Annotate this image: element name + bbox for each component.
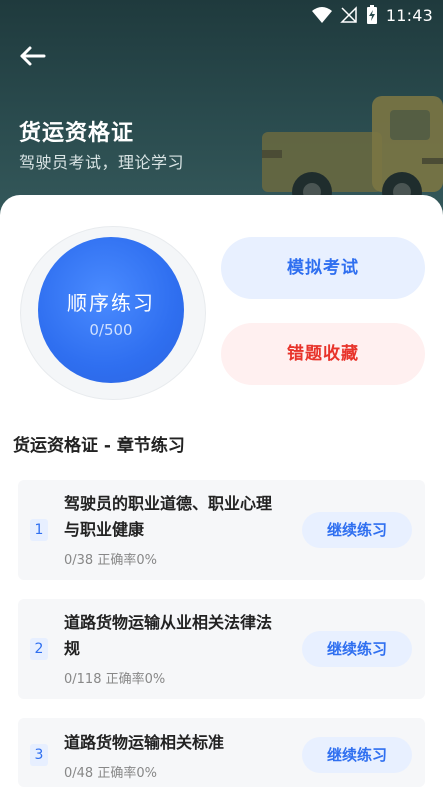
chapter-title-line: 道路货物运输相关标准: [64, 733, 225, 752]
chapter-item-3[interactable]: 3 道路货物运输相关标准 0/48 正确率0% 继续练习: [18, 718, 425, 787]
chapter-meta: 0/118 正确率0%: [64, 672, 166, 687]
battery-charging-icon: [366, 5, 377, 24]
sequential-practice-label: 顺序练习: [67, 291, 155, 315]
chapter-title-line: 与职业健康: [64, 520, 145, 539]
chapter-number: 3: [30, 744, 48, 766]
mock-exam-button[interactable]: 模拟考试: [221, 237, 425, 299]
chapter-meta: 0/38 正确率0%: [64, 553, 157, 568]
back-button[interactable]: [18, 42, 50, 70]
chapter-title-line: 规: [64, 639, 81, 658]
continue-practice-button[interactable]: 继续练习: [302, 512, 412, 548]
chapter-number: 2: [30, 638, 48, 660]
status-time: 11:43: [385, 5, 433, 25]
arrow-left-icon: [20, 46, 46, 66]
chapter-item-2[interactable]: 2 道路货物运输从业相关法律法 规 0/118 正确率0% 继续练习: [18, 599, 425, 699]
page-subtitle: 驾驶员考试，理论学习: [19, 153, 185, 172]
wifi-icon: [311, 7, 332, 23]
chapter-item-1[interactable]: 1 驾驶员的职业道德、职业心理 与职业健康 0/38 正确率0% 继续练习: [18, 480, 425, 580]
section-title: 货运资格证 - 章节练习: [13, 436, 185, 456]
no-signal-icon: [340, 6, 357, 23]
chapter-number: 1: [30, 519, 48, 541]
chapter-title: 驾驶员的职业道德、职业心理 与职业健康: [64, 491, 294, 543]
chapter-title-line: 驾驶员的职业道德、职业心理: [64, 494, 273, 513]
header: 11:43 货运资格证 驾驶员考试，理论学习: [0, 0, 443, 215]
chapter-title: 道路货物运输从业相关法律法 规: [64, 610, 294, 662]
wrong-questions-button[interactable]: 错题收藏: [221, 323, 425, 385]
status-icons: 11:43: [311, 5, 433, 25]
sequential-practice-progress: 0/500: [89, 321, 133, 339]
chapter-title-line: 道路货物运输从业相关法律法: [64, 613, 273, 632]
page-title: 货运资格证: [19, 121, 135, 146]
chapter-title: 道路货物运输相关标准: [64, 730, 294, 756]
sequential-practice-button[interactable]: 顺序练习 0/500: [38, 237, 184, 383]
chapter-meta: 0/48 正确率0%: [64, 766, 157, 781]
continue-practice-button[interactable]: 继续练习: [302, 631, 412, 667]
status-bar: 11:43: [0, 0, 443, 30]
truck-icon: [262, 96, 443, 208]
continue-practice-button[interactable]: 继续练习: [302, 737, 412, 773]
